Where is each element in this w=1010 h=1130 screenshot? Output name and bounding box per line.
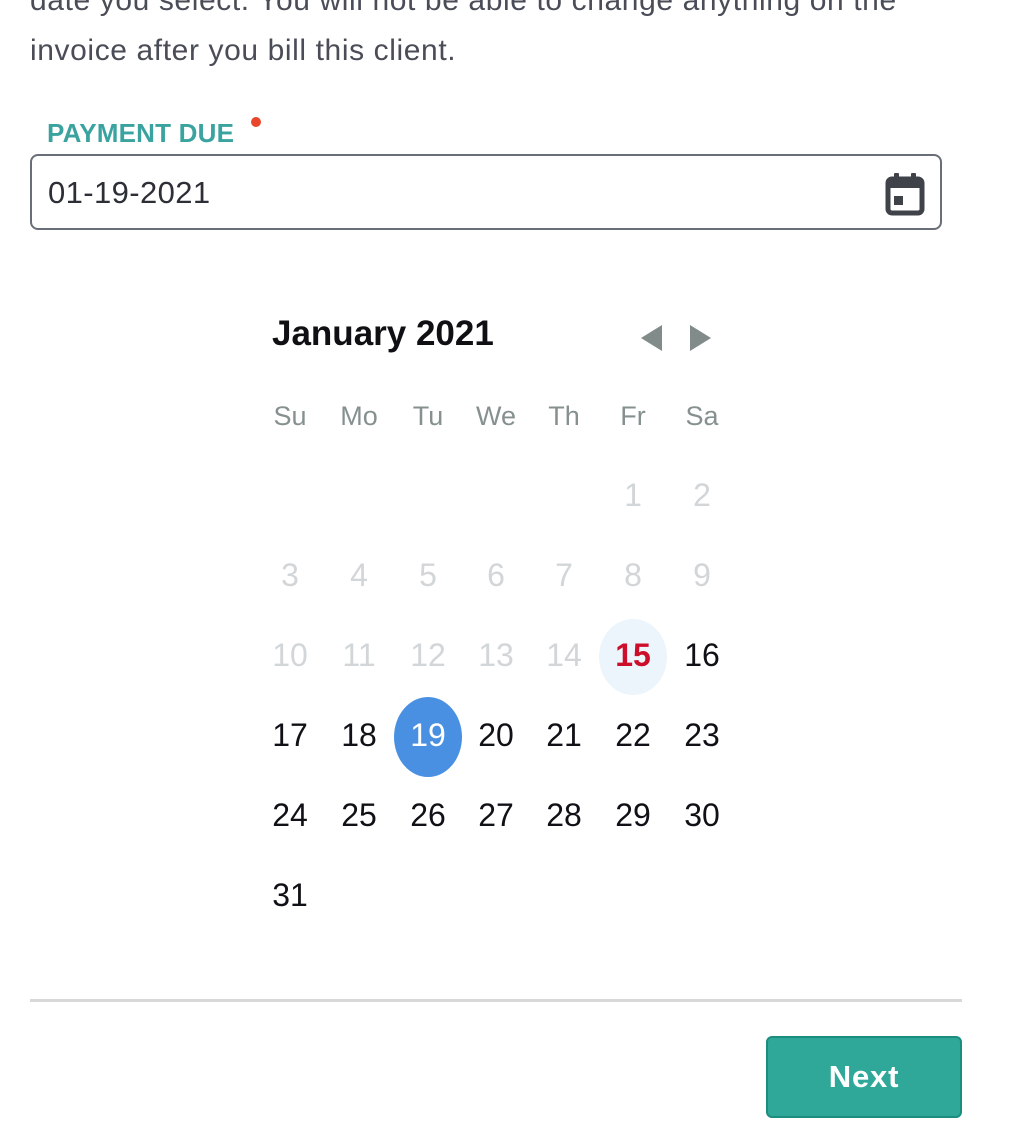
calendar-day-5: 5 [419,557,437,593]
weekday-label-su: Su [273,401,307,431]
required-indicator [251,117,261,127]
calendar-icon[interactable] [884,172,926,218]
calendar-day-25[interactable]: 25 [325,783,393,847]
calendar-day-22[interactable]: 22 [599,703,667,767]
payment-due-input[interactable]: 01-19-2021 [30,154,942,230]
weekday-label-th: Th [548,401,580,431]
calendar-day-7: 7 [555,557,573,593]
calendar-day-19-selected[interactable]: 19 [394,697,462,777]
weekday-label-mo: Mo [340,401,378,431]
calendar-day-15-today[interactable]: 15 [599,619,667,695]
calendar-day-12: 12 [410,637,446,673]
footer-divider [30,999,962,1002]
calendar-day-9: 9 [693,557,711,593]
calendar-day-29[interactable]: 29 [599,783,667,847]
calendar-day-26[interactable]: 26 [394,783,462,847]
calendar-day-8: 8 [624,557,642,593]
calendar-day-4: 4 [350,557,368,593]
payment-due-value[interactable]: 01-19-2021 [48,156,211,228]
calendar-day-6: 6 [487,557,505,593]
weekday-label-sa: Sa [685,401,719,431]
next-button[interactable]: Next [766,1036,962,1118]
calendar-day-23[interactable]: 23 [668,703,736,767]
calendar-day-28[interactable]: 28 [530,783,598,847]
calendar-day-27[interactable]: 27 [462,783,530,847]
calendar-day-11: 11 [342,637,376,673]
calendar-day-2: 2 [693,477,711,513]
calendar-day-10: 10 [272,637,308,673]
calendar-month-title: January 2021 [272,314,494,353]
calendar-day-18[interactable]: 18 [325,703,393,767]
calendar-day-1: 1 [624,477,642,513]
calendar-day-14: 14 [546,637,582,673]
calendar-day-21[interactable]: 21 [530,703,598,767]
calendar-day-31[interactable]: 31 [256,863,324,927]
instructions-text: date you select. You will not be able to… [30,0,990,76]
calendar-day-30[interactable]: 30 [668,783,736,847]
calendar-day-16[interactable]: 16 [668,623,736,687]
chevron-left-icon[interactable] [638,322,666,354]
payment-due-label: PAYMENT DUE [47,118,235,148]
instructions-line-1: date you select. You will not be able to… [30,0,897,17]
calendar-day-13: 13 [478,637,514,673]
calendar-day-20[interactable]: 20 [462,703,530,767]
calendar-day-3: 3 [281,557,299,593]
instructions-line-2: invoice after you bill this client. [30,34,457,67]
chevron-right-icon[interactable] [686,322,714,354]
calendar-day-24[interactable]: 24 [256,783,324,847]
weekday-label-we: We [475,401,516,431]
weekday-label-fr: Fr [620,401,646,431]
weekday-label-tu: Tu [412,401,444,431]
calendar-day-17[interactable]: 17 [256,703,324,767]
